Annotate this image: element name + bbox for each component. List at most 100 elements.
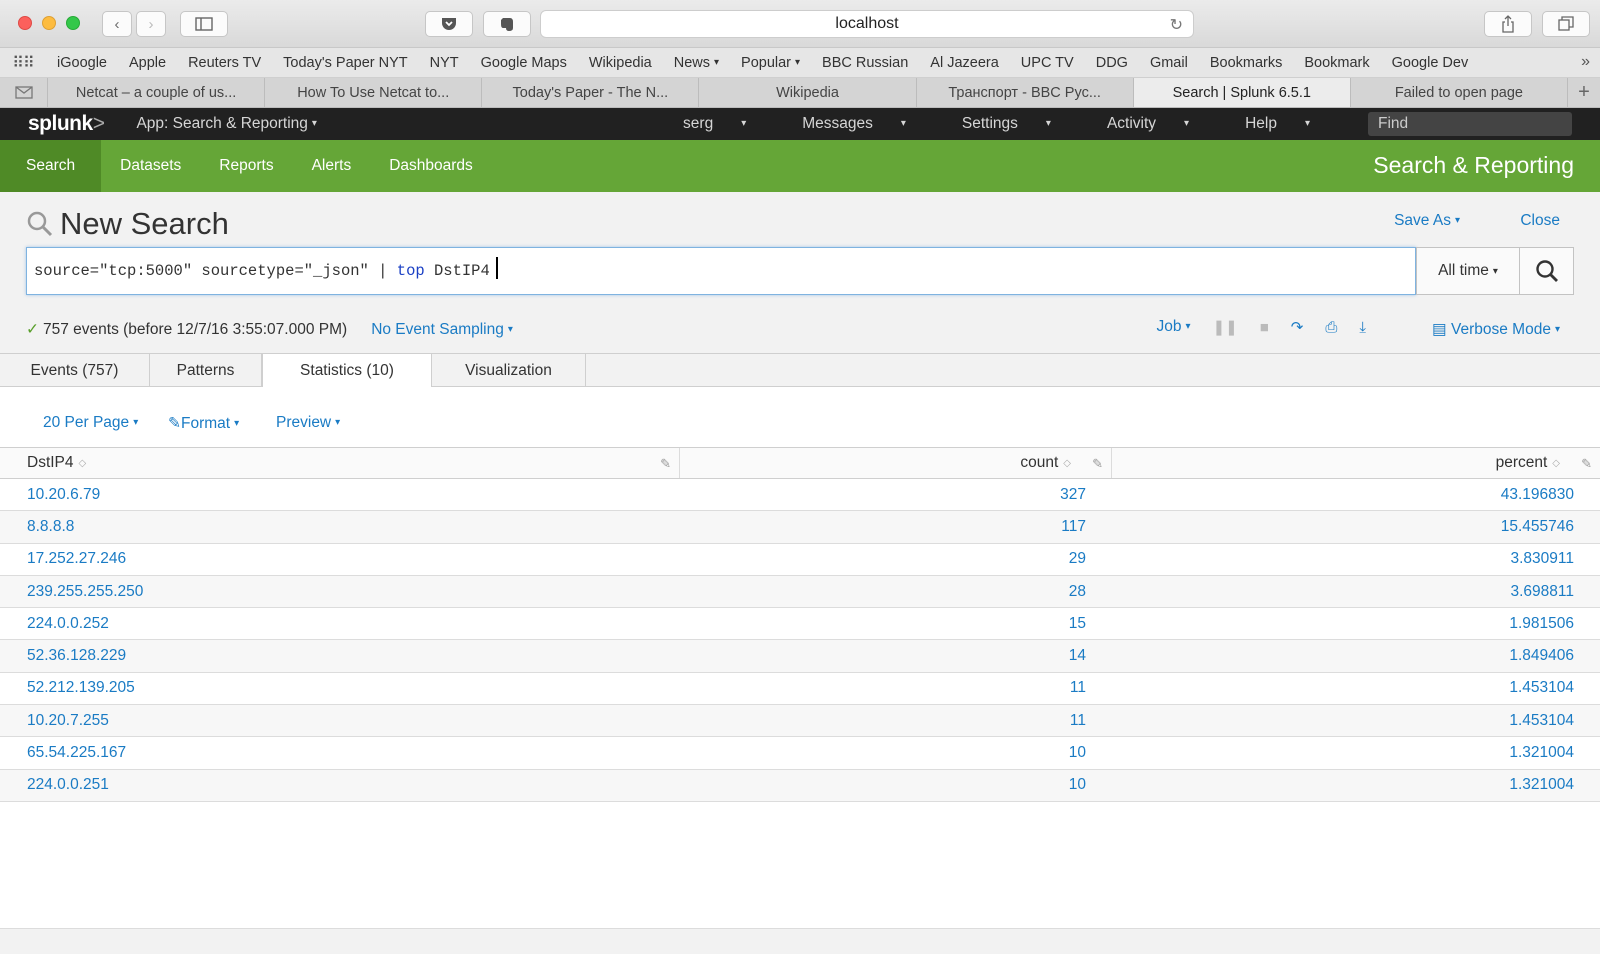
nav-datasets[interactable]: Datasets [101,140,200,192]
browser-tab[interactable]: Wikipedia [699,78,917,107]
bookmark-item[interactable]: Wikipedia [578,55,663,71]
cell-percent[interactable]: 1.321004 [1112,770,1600,801]
cell-count[interactable]: 28 [680,576,1112,607]
cell-percent[interactable]: 1.981506 [1112,608,1600,639]
apps-grid-icon[interactable]: ⠿⠿ [0,53,46,73]
cell-percent[interactable]: 1.453104 [1112,673,1600,704]
cell-dstip4[interactable]: 239.255.255.250 [0,576,680,607]
cell-count[interactable]: 15 [680,608,1112,639]
app-menu[interactable]: App: Search & Reporting ▾ [136,115,317,133]
search-mode-menu[interactable]: ▤ Verbose Mode ▾ [1432,320,1560,339]
close-button[interactable]: Close [1520,212,1560,230]
mail-tab[interactable] [0,78,48,107]
pencil-icon[interactable]: ✎ [1092,456,1103,472]
bookmark-item[interactable]: NYT [419,55,470,71]
user-menu[interactable]: serg ▾ [655,115,746,133]
cell-dstip4[interactable]: 52.36.128.229 [0,640,680,671]
search-query-input[interactable]: source="tcp:5000" sourcetype="_json" | t… [26,247,1416,295]
bookmark-item[interactable]: BBC Russian [811,55,919,71]
share-button[interactable] [1484,11,1532,37]
bookmark-item[interactable]: DDG [1085,55,1139,71]
cell-count[interactable]: 10 [680,737,1112,768]
cell-count[interactable]: 11 [680,673,1112,704]
nav-reports[interactable]: Reports [200,140,292,192]
bookmark-item[interactable]: Gmail [1139,55,1199,71]
cell-count[interactable]: 11 [680,705,1112,736]
save-as-button[interactable]: Save As ▾ [1394,212,1460,230]
window-minimize-button[interactable] [42,16,56,30]
nav-search[interactable]: Search [0,140,102,192]
job-menu[interactable]: Job ▾ [1157,318,1191,336]
time-range-picker[interactable]: All time ▾ [1416,247,1520,295]
browser-tab[interactable]: Транспорт - BBC Рус... [917,78,1134,107]
cell-count[interactable]: 117 [680,511,1112,542]
cell-count[interactable]: 10 [680,770,1112,801]
run-search-button[interactable] [1520,247,1574,295]
tab-visualization[interactable]: Visualization [432,354,586,388]
cell-dstip4[interactable]: 10.20.7.255 [0,705,680,736]
pause-icon[interactable]: ❚❚ [1213,318,1238,336]
bookmark-item[interactable]: UPC TV [1010,55,1085,71]
bookmark-item[interactable]: Google Dev [1381,55,1480,71]
browser-tab-active[interactable]: Search | Splunk 6.5.1 [1133,78,1351,107]
bookmark-item[interactable]: Reuters TV [177,55,272,71]
bookmark-item[interactable]: Apple [118,55,177,71]
cell-percent[interactable]: 3.830911 [1112,544,1600,575]
stop-icon[interactable]: ■ [1260,319,1269,336]
browser-tab[interactable]: Netcat – a couple of us... [48,78,266,107]
bookmark-item[interactable]: Today's Paper NYT [272,55,418,71]
cell-percent[interactable]: 43.196830 [1112,479,1600,510]
cell-dstip4[interactable]: 224.0.0.251 [0,770,680,801]
cell-percent[interactable]: 3.698811 [1112,576,1600,607]
share-icon[interactable]: ↷ [1291,318,1304,336]
sidebar-toggle-button[interactable] [180,11,228,37]
back-button[interactable]: ‹ [102,11,132,37]
bookmark-item[interactable]: Bookmarks [1199,55,1294,71]
bookmark-item[interactable]: Al Jazeera [919,55,1010,71]
cell-count[interactable]: 29 [680,544,1112,575]
format-menu[interactable]: ✎Format ▾ [168,414,239,433]
bookmark-item[interactable]: Bookmark [1293,55,1380,71]
browser-tab[interactable]: How To Use Netcat to... [265,78,483,107]
bookmark-item[interactable]: Google Maps [470,55,578,71]
cell-dstip4[interactable]: 224.0.0.252 [0,608,680,639]
browser-tab[interactable]: Today's Paper - The N... [482,78,700,107]
cell-dstip4[interactable]: 65.54.225.167 [0,737,680,768]
splunk-logo[interactable]: splunk> [28,112,105,136]
event-sampling-menu[interactable]: No Event Sampling ▾ [371,321,513,339]
settings-menu[interactable]: Settings ▾ [934,115,1051,133]
cell-dstip4[interactable]: 52.212.139.205 [0,673,680,704]
help-menu[interactable]: Help ▾ [1217,115,1310,133]
cell-dstip4[interactable]: 10.20.6.79 [0,479,680,510]
bookmark-folder[interactable]: News ▾ [663,55,730,71]
messages-menu[interactable]: Messages ▾ [774,115,906,133]
activity-menu[interactable]: Activity ▾ [1079,115,1189,133]
forward-button[interactable]: › [136,11,166,37]
cell-count[interactable]: 327 [680,479,1112,510]
nav-dashboards[interactable]: Dashboards [370,140,492,192]
find-input[interactable]: Find [1368,112,1572,136]
bookmark-item[interactable]: iGoogle [46,55,118,71]
tab-events[interactable]: Events (757) [0,354,150,388]
window-zoom-button[interactable] [66,16,80,30]
preview-menu[interactable]: Preview ▾ [276,414,340,432]
cell-percent[interactable]: 1.453104 [1112,705,1600,736]
cell-percent[interactable]: 1.849406 [1112,640,1600,671]
bookmark-folder[interactable]: Popular ▾ [730,55,811,71]
per-page-menu[interactable]: 20 Per Page ▾ [43,414,138,432]
new-tab-button[interactable]: + [1568,78,1600,107]
nav-alerts[interactable]: Alerts [293,140,371,192]
tabs-overview-button[interactable] [1542,11,1590,37]
download-icon[interactable]: ⤓ [1359,319,1366,336]
pencil-icon[interactable]: ✎ [660,456,671,472]
print-icon[interactable]: ⎙ [1325,319,1337,336]
browser-tab[interactable]: Failed to open page [1351,78,1568,107]
address-bar[interactable]: localhost ↻ [540,10,1194,38]
column-header-percent[interactable]: percent ◇ ✎ [1112,448,1600,478]
cell-dstip4[interactable]: 17.252.27.246 [0,544,680,575]
cell-dstip4[interactable]: 8.8.8.8 [0,511,680,542]
column-header-count[interactable]: count ◇ ✎ [680,448,1112,478]
window-close-button[interactable] [18,16,32,30]
cell-count[interactable]: 14 [680,640,1112,671]
cell-percent[interactable]: 15.455746 [1112,511,1600,542]
